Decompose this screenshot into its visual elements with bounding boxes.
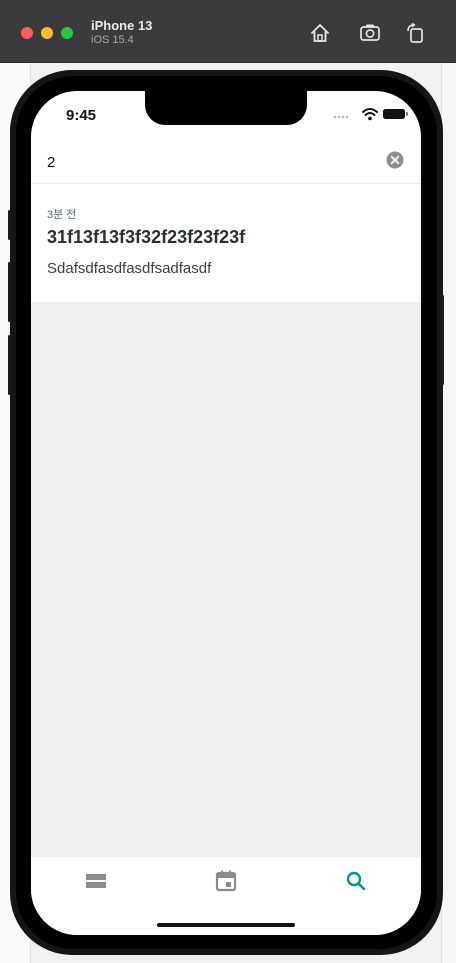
home-indicator xyxy=(157,923,295,927)
volume-down-button xyxy=(8,335,11,395)
notch xyxy=(145,91,307,125)
screenshot-icon[interactable] xyxy=(359,22,381,44)
status-icons xyxy=(333,108,408,121)
mute-switch xyxy=(8,210,11,240)
background-right-pane xyxy=(441,60,456,963)
status-time: 9:45 xyxy=(66,107,97,124)
os-version: iOS 15.4 xyxy=(91,34,134,46)
signal-icon xyxy=(333,115,349,119)
search-bar xyxy=(31,143,421,184)
simulator-title-bar: iPhone 13 iOS 15.4 xyxy=(0,0,456,63)
results-empty-area xyxy=(31,302,421,857)
zoom-window-button[interactable] xyxy=(61,27,73,39)
volume-up-button xyxy=(8,262,11,322)
result-title: 31f13f13f3f32f23f23f23f xyxy=(47,227,246,247)
home-icon[interactable] xyxy=(309,22,331,44)
calendar-icon[interactable] xyxy=(214,869,238,893)
list-icon[interactable] xyxy=(84,869,108,893)
device-screen: 9:45 3분 전 31f13f13f3f32f23f23f23f Sdafsd… xyxy=(31,91,421,935)
result-body: Sdafsdfasdfasdfsadfasdf xyxy=(47,260,212,277)
battery-icon xyxy=(383,109,408,119)
close-window-button[interactable] xyxy=(21,27,33,39)
search-result-item[interactable]: 3분 전 31f13f13f3f32f23f23f23f Sdafsdfasdf… xyxy=(31,184,421,302)
search-icon[interactable] xyxy=(344,869,368,893)
clear-circle-icon[interactable] xyxy=(386,151,404,169)
device-name: iPhone 13 xyxy=(91,18,153,33)
result-time-ago: 3분 전 xyxy=(47,209,77,221)
search-input[interactable] xyxy=(47,149,367,175)
wifi-icon xyxy=(362,108,378,121)
rotate-icon[interactable] xyxy=(405,22,427,44)
minimize-window-button[interactable] xyxy=(41,27,53,39)
power-button xyxy=(441,295,444,385)
